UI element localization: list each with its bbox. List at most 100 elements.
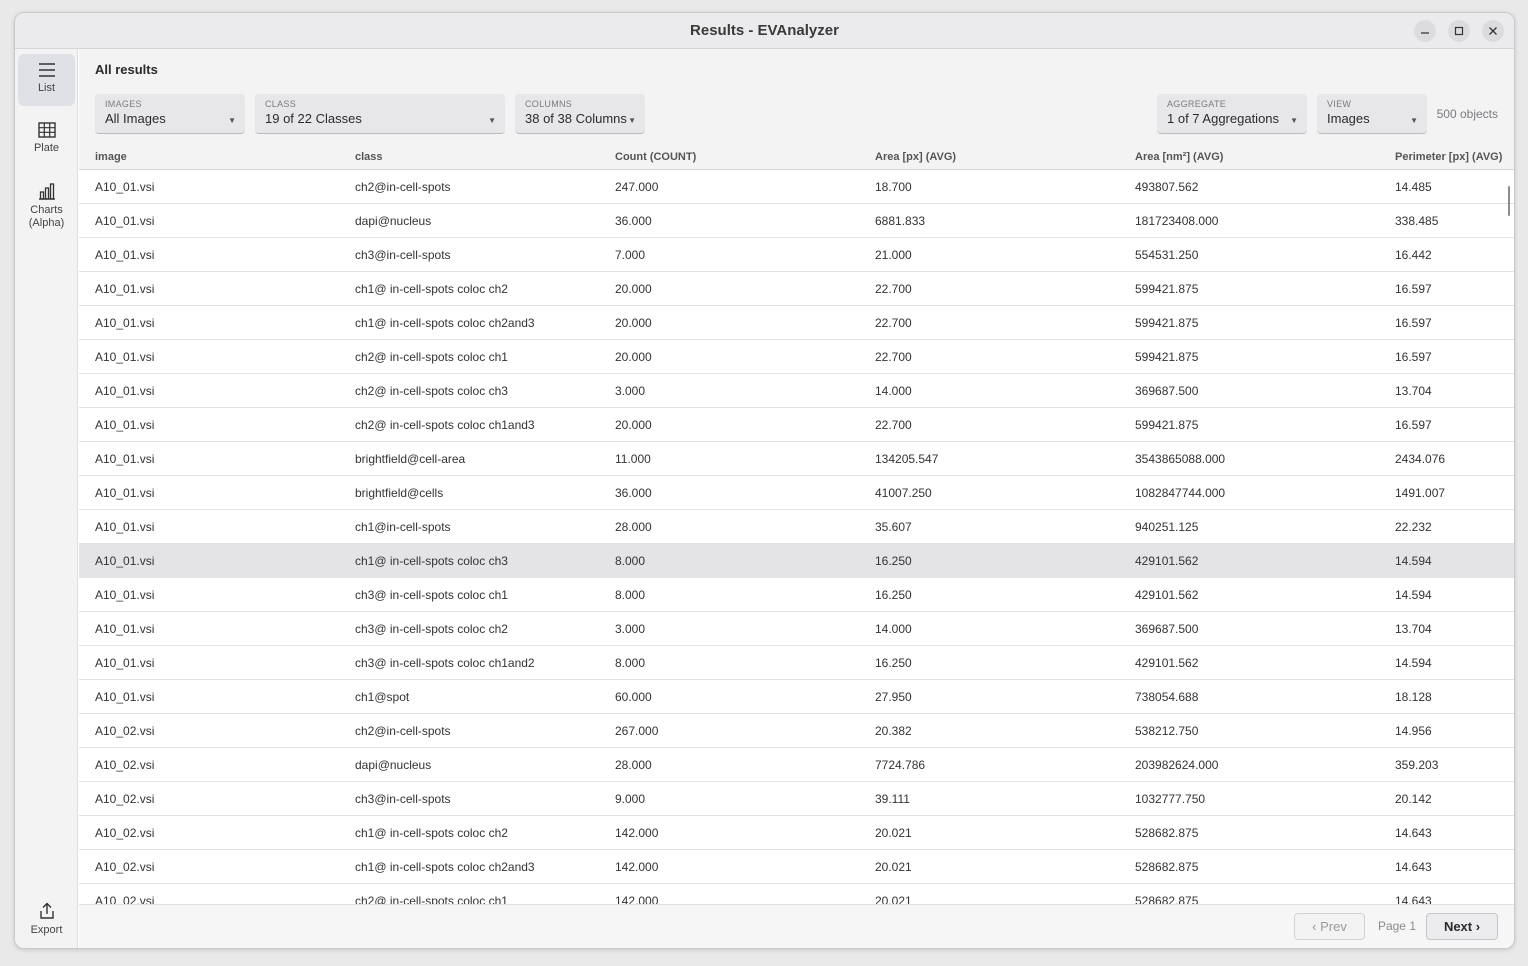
table-cell: A10_01.vsi xyxy=(95,214,155,228)
table-row[interactable]: A10_01.vsi dapi@nucleus 36.000 6881.833 1817… xyxy=(79,204,1514,238)
table-cell: 28.000 xyxy=(615,758,652,772)
table-row[interactable]: A10_01.vsi ch3@ in-cell-spots coloc ch1an… xyxy=(79,646,1514,680)
table-row[interactable]: A10_01.vsi ch2@in-cell-spots 247.000 18.700… xyxy=(79,170,1514,204)
table-row[interactable]: A10_01.vsi brightfield@cell-area 11.000 134… xyxy=(79,442,1514,476)
table-row[interactable]: A10_01.vsi ch3@ in-cell-spots coloc ch1 8.… xyxy=(79,578,1514,612)
table-cell: 599421.875 xyxy=(1135,418,1199,432)
table-cell: ch2@ in-cell-spots coloc ch3 xyxy=(355,384,508,398)
class-select[interactable]: CLASS 19 of 22 Classes ▼ xyxy=(255,94,505,134)
table-cell: 22.232 xyxy=(1395,520,1432,534)
sidebar-item-charts[interactable]: Charts (Alpha) xyxy=(18,174,75,240)
table-cell: 28.000 xyxy=(615,520,652,534)
table-row[interactable]: A10_01.vsi ch1@ in-cell-spots coloc ch2an… xyxy=(79,306,1514,340)
table-cell: 22.700 xyxy=(875,316,912,330)
vertical-scrollbar[interactable] xyxy=(1508,186,1510,216)
table-cell: 16.250 xyxy=(875,656,912,670)
column-header[interactable]: Area [px] (AVG) xyxy=(875,151,956,163)
table-cell: ch2@in-cell-spots xyxy=(355,724,451,738)
images-select-label: IMAGES xyxy=(105,99,142,109)
table-cell: 20.000 xyxy=(615,350,652,364)
table-cell: 20.382 xyxy=(875,724,912,738)
table-cell: 528682.875 xyxy=(1135,826,1199,840)
table-cell: 8.000 xyxy=(615,588,646,602)
aggregate-select-label: AGGREGATE xyxy=(1167,99,1227,109)
objects-count: 500 objects xyxy=(1436,107,1498,121)
table-row[interactable]: A10_01.vsi ch1@in-cell-spots 28.000 35.607 9… xyxy=(79,510,1514,544)
table-cell: 20.000 xyxy=(615,316,652,330)
prev-page-button[interactable]: ‹ Prev xyxy=(1294,913,1365,940)
pagination-bar: ‹ Prev Page 1 Next › xyxy=(79,904,1514,948)
view-select[interactable]: VIEW Images ▼ xyxy=(1317,94,1427,134)
table-row[interactable]: A10_02.vsi ch2@in-cell-spots 267.000 20.382… xyxy=(79,714,1514,748)
table-cell: 142.000 xyxy=(615,826,659,840)
table-cell: A10_01.vsi xyxy=(95,248,155,262)
table-cell: A10_01.vsi xyxy=(95,554,155,568)
table-cell: A10_02.vsi xyxy=(95,724,155,738)
table-cell: 14.594 xyxy=(1395,588,1432,602)
minimize-button[interactable] xyxy=(1414,20,1436,42)
close-icon xyxy=(1489,27,1497,35)
table-cell: 14.000 xyxy=(875,622,912,636)
table-row[interactable]: A10_01.vsi ch2@ in-cell-spots coloc ch1an… xyxy=(79,408,1514,442)
table-cell: 3.000 xyxy=(615,622,646,636)
view-select-label: VIEW xyxy=(1327,99,1352,109)
columns-select[interactable]: COLUMNS 38 of 38 Columns ▼ xyxy=(515,94,645,134)
table-row[interactable]: A10_01.vsi ch1@ in-cell-spots coloc ch3 8.… xyxy=(79,544,1514,578)
table-cell: 20.021 xyxy=(875,860,912,874)
table-cell: 429101.562 xyxy=(1135,554,1199,568)
table-cell: 3543865088.000 xyxy=(1135,452,1226,466)
table-cell: 36.000 xyxy=(615,486,652,500)
close-button[interactable] xyxy=(1482,20,1504,42)
app-window: Results - EVAnalyzer List Plate Charts (… xyxy=(14,12,1515,949)
sidebar-item-plate[interactable]: Plate xyxy=(18,114,75,166)
menu-icon xyxy=(38,63,55,77)
class-select-value: 19 of 22 Classes xyxy=(265,111,362,126)
column-header[interactable]: Area [nm²] (AVG) xyxy=(1135,151,1223,163)
export-button[interactable]: Export xyxy=(18,894,75,946)
table-row[interactable]: A10_01.vsi ch2@ in-cell-spots coloc ch1 20… xyxy=(79,340,1514,374)
table-cell: 2434.076 xyxy=(1395,452,1446,466)
table-row[interactable]: A10_01.vsi ch3@ in-cell-spots coloc ch2 3.… xyxy=(79,612,1514,646)
maximize-button[interactable] xyxy=(1448,20,1470,42)
table-cell: dapi@nucleus xyxy=(355,214,432,228)
table-cell: 429101.562 xyxy=(1135,656,1199,670)
table-row[interactable]: A10_02.vsi ch1@ in-cell-spots coloc ch2 14… xyxy=(79,816,1514,850)
table-row[interactable]: A10_02.vsi ch2@ in-cell-spots coloc ch1 14… xyxy=(79,884,1514,906)
table-row[interactable]: A10_01.vsi ch3@in-cell-spots 7.000 21.000 55… xyxy=(79,238,1514,272)
table-cell: 16.597 xyxy=(1395,316,1432,330)
table-row[interactable]: A10_02.vsi ch3@in-cell-spots 9.000 39.111 10… xyxy=(79,782,1514,816)
chevron-down-icon: ▼ xyxy=(1410,116,1418,125)
bar-chart-icon xyxy=(38,183,55,200)
table-cell: 538212.750 xyxy=(1135,724,1199,738)
next-page-button[interactable]: Next › xyxy=(1426,913,1498,940)
column-header[interactable]: image xyxy=(95,151,127,163)
table-cell: A10_01.vsi xyxy=(95,316,155,330)
table-cell: 8.000 xyxy=(615,656,646,670)
aggregate-select[interactable]: AGGREGATE 1 of 7 Aggregations ▼ xyxy=(1157,94,1307,134)
table-row[interactable]: A10_01.vsi brightfield@cells 36.000 41007.2… xyxy=(79,476,1514,510)
sidebar: List Plate Charts (Alpha) Export xyxy=(15,49,78,948)
column-header[interactable]: Perimeter [px] (AVG) xyxy=(1395,151,1502,163)
table-row[interactable]: A10_02.vsi ch1@ in-cell-spots coloc ch2an… xyxy=(79,850,1514,884)
column-header[interactable]: Count (COUNT) xyxy=(615,151,696,163)
table-cell: 9.000 xyxy=(615,792,646,806)
window-title: Results - EVAnalyzer xyxy=(690,22,839,39)
table-cell: 599421.875 xyxy=(1135,282,1199,296)
table-row[interactable]: A10_01.vsi ch1@ in-cell-spots coloc ch2 20… xyxy=(79,272,1514,306)
table-cell: 13.704 xyxy=(1395,384,1432,398)
table-row[interactable]: A10_02.vsi dapi@nucleus 28.000 7724.786 2039… xyxy=(79,748,1514,782)
table-cell: A10_01.vsi xyxy=(95,452,155,466)
table-cell: 554531.250 xyxy=(1135,248,1199,262)
table-cell: 14.956 xyxy=(1395,724,1432,738)
sidebar-item-list[interactable]: List xyxy=(18,54,75,106)
table-row[interactable]: A10_01.vsi ch2@ in-cell-spots coloc ch3 3.… xyxy=(79,374,1514,408)
table-cell: 16.250 xyxy=(875,554,912,568)
table-cell: 16.250 xyxy=(875,588,912,602)
column-header[interactable]: class xyxy=(355,151,383,163)
images-select[interactable]: IMAGES All Images ▼ xyxy=(95,94,245,134)
table-cell: 267.000 xyxy=(615,724,659,738)
table-cell: ch2@ in-cell-spots coloc ch1and3 xyxy=(355,418,535,432)
table-row[interactable]: A10_01.vsi ch1@spot 60.000 27.950 738054.688… xyxy=(79,680,1514,714)
table-cell: 22.700 xyxy=(875,282,912,296)
table-cell: 203982624.000 xyxy=(1135,758,1219,772)
